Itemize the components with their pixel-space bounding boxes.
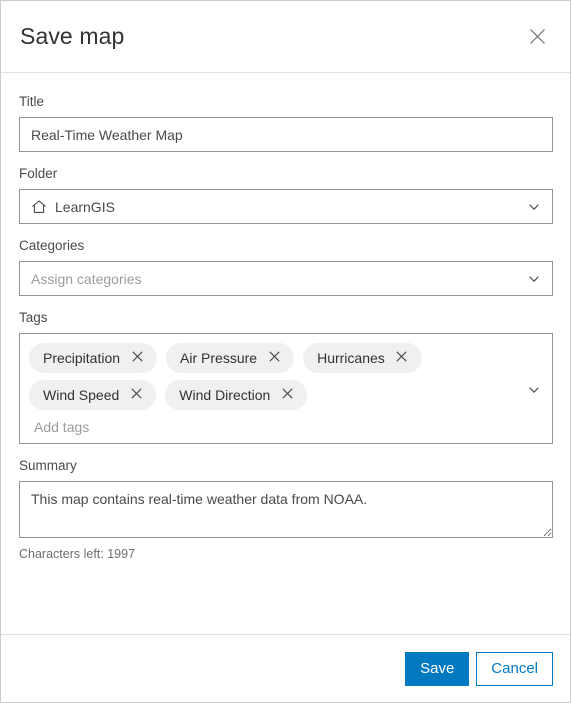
categories-value: Assign categories	[31, 270, 142, 287]
chevron-down-icon	[526, 271, 542, 287]
add-tags-input[interactable]	[34, 417, 470, 437]
title-label: Title	[19, 94, 45, 109]
tags-label: Tags	[19, 310, 48, 325]
tag-label: Air Pressure	[180, 350, 258, 366]
characters-left-text: Characters left: 1997	[19, 547, 136, 561]
folder-label: Folder	[19, 166, 58, 181]
tag-chip: Air Pressure	[166, 343, 295, 373]
close-icon	[130, 387, 143, 403]
tag-remove-button[interactable]	[126, 385, 146, 405]
summary-field-group: Summary Characters left: 1997	[19, 457, 553, 562]
dialog-body: Title Folder LearnGIS	[1, 73, 570, 634]
summary-textarea[interactable]	[19, 481, 553, 538]
close-icon	[395, 350, 408, 366]
tag-chip: Hurricanes	[303, 343, 422, 373]
page-title: Save map	[20, 22, 125, 49]
title-input[interactable]	[19, 117, 553, 152]
tags-box[interactable]: Precipitation Air Pressure Hurricanes Wind …	[19, 333, 553, 444]
categories-select[interactable]: Assign categories	[19, 261, 553, 296]
categories-field-group: Categories Assign categories	[19, 237, 553, 296]
close-icon	[281, 387, 294, 403]
categories-label: Categories	[19, 238, 85, 253]
tag-chip: Wind Direction	[165, 380, 308, 410]
folder-value: LearnGIS	[55, 198, 115, 215]
dialog-header: Save map	[1, 1, 570, 73]
tag-chip: Precipitation	[29, 343, 158, 373]
tag-chip: Wind Speed	[29, 380, 157, 410]
save-button[interactable]: Save	[405, 651, 470, 686]
chevron-down-icon[interactable]	[526, 382, 542, 398]
tag-remove-button[interactable]	[277, 385, 297, 405]
summary-label: Summary	[19, 458, 77, 473]
folder-select[interactable]: LearnGIS	[19, 189, 553, 224]
tag-input-row	[29, 417, 518, 437]
tag-label: Wind Direction	[179, 387, 271, 403]
save-map-dialog: Save map Title Folder	[0, 0, 571, 703]
folder-field-group: Folder LearnGIS	[19, 165, 553, 224]
title-field-group: Title	[19, 93, 553, 152]
tag-remove-button[interactable]	[264, 348, 284, 368]
tag-list: Precipitation Air Pressure Hurricanes Wind …	[29, 343, 518, 410]
tag-label: Hurricanes	[317, 350, 385, 366]
close-button[interactable]	[522, 22, 552, 52]
tag-remove-button[interactable]	[392, 348, 412, 368]
tag-remove-button[interactable]	[127, 348, 147, 368]
tags-field-group: Tags Precipitation Air Pressure Hurricanes…	[19, 309, 553, 444]
dialog-footer: Save Cancel	[1, 634, 570, 702]
tag-label: Wind Speed	[43, 387, 120, 403]
chevron-down-icon	[526, 199, 542, 215]
close-icon	[131, 350, 144, 366]
close-icon	[268, 350, 281, 366]
tag-label: Precipitation	[43, 350, 121, 366]
home-icon	[31, 199, 47, 215]
cancel-button[interactable]: Cancel	[476, 651, 553, 686]
close-icon	[528, 27, 547, 46]
